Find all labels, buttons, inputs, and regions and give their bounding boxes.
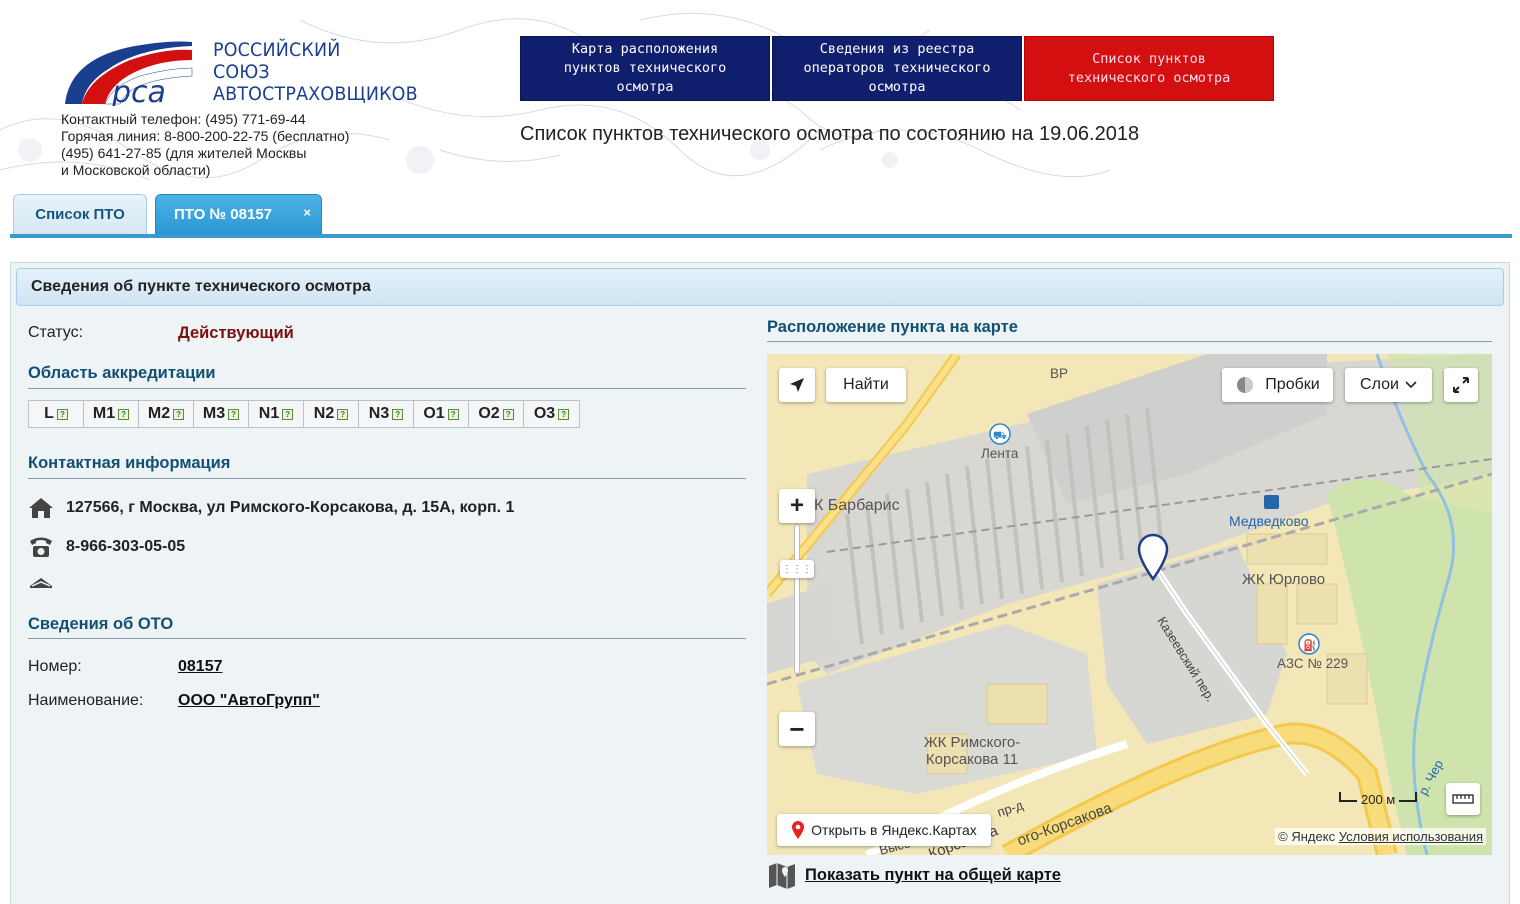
locate-button[interactable] bbox=[779, 368, 815, 402]
help-icon: ? bbox=[282, 408, 294, 420]
address-text: 127566, г Москва, ул Римского-Корсакова,… bbox=[66, 499, 515, 516]
zoom-slider-track[interactable] bbox=[794, 524, 800, 674]
category-cell[interactable]: M1? bbox=[84, 401, 139, 427]
help-icon: ? bbox=[118, 408, 130, 420]
category-cell[interactable]: O3? bbox=[524, 401, 579, 427]
zoom-out-button[interactable]: − bbox=[779, 712, 815, 746]
oto-name-link[interactable]: ООО "АвтоГрупп" bbox=[178, 692, 320, 710]
status-label: Статус: bbox=[28, 324, 84, 341]
category-cell[interactable]: N2? bbox=[304, 401, 359, 427]
help-icon: ? bbox=[558, 408, 570, 420]
phone-row: 8-966-303-05-05 bbox=[28, 535, 185, 559]
divider bbox=[767, 341, 1492, 342]
tab-label: Список ПТО bbox=[35, 206, 125, 223]
traffic-button[interactable]: Пробки bbox=[1222, 368, 1333, 402]
tab-underline bbox=[10, 234, 1512, 238]
contact-phones: Контактный телефон: (495) 771-69-44 Горя… bbox=[61, 111, 350, 178]
rsa-logo: рса bbox=[65, 41, 193, 106]
traffic-label: Пробки bbox=[1265, 376, 1320, 393]
divider bbox=[28, 388, 746, 389]
category-cell[interactable]: N1? bbox=[249, 401, 304, 427]
traffic-icon bbox=[1237, 377, 1254, 393]
accreditation-categories: L? M1? M2? M3? N1? N2? N3? O1? O2? O3? bbox=[28, 400, 580, 428]
phone-icon bbox=[30, 537, 52, 557]
layers-button[interactable]: Слои bbox=[1345, 368, 1432, 402]
tab-pto-list[interactable]: Список ПТО bbox=[13, 194, 147, 234]
find-button[interactable]: Найти bbox=[826, 368, 906, 402]
map-canvas: ⛟ ⛽ bbox=[767, 354, 1492, 855]
category-cell[interactable]: M3? bbox=[194, 401, 249, 427]
oto-name-label: Наименование: bbox=[28, 692, 144, 709]
nav-list-button[interactable]: Список пунктов технического осмотра bbox=[1024, 36, 1274, 101]
accreditation-title: Область аккредитации bbox=[28, 364, 216, 382]
svg-text:⛽: ⛽ bbox=[1303, 639, 1317, 652]
chevron-down-icon bbox=[1405, 381, 1417, 389]
map-label: ЖК Юрлово bbox=[1242, 571, 1326, 588]
yandex-map[interactable]: ⛟ ⛽ BP Лента К Барбарис Медведково ЖК Юр… bbox=[767, 354, 1492, 855]
zoom-slider-handle[interactable]: ⋮⋮⋮ bbox=[780, 560, 814, 578]
terms-link[interactable]: Условия использования bbox=[1339, 829, 1483, 844]
panel-title: Сведения об пункте технического осмотра bbox=[16, 268, 1504, 306]
tab-bar: Список ПТО ПТО № 08157 × bbox=[10, 194, 1512, 236]
nav-map-button[interactable]: Карта расположения пунктов технического … bbox=[520, 36, 770, 101]
category-cell[interactable]: O1? bbox=[414, 401, 469, 427]
close-icon[interactable]: × bbox=[303, 205, 311, 220]
help-icon: ? bbox=[56, 408, 68, 420]
help-icon: ? bbox=[502, 408, 514, 420]
map-label: К Барбарис bbox=[814, 497, 900, 514]
help-icon: ? bbox=[173, 408, 185, 420]
help-icon: ? bbox=[392, 408, 404, 420]
divider bbox=[28, 478, 746, 479]
copyright-text: © Яндекс bbox=[1278, 829, 1336, 844]
category-cell[interactable]: M2? bbox=[139, 401, 194, 427]
map-label: BP bbox=[1050, 366, 1069, 381]
phone-text: 8-966-303-05-05 bbox=[66, 538, 186, 555]
divider bbox=[28, 638, 746, 639]
fullscreen-button[interactable] bbox=[1444, 368, 1478, 402]
oto-number-link[interactable]: 08157 bbox=[178, 658, 223, 676]
layers-label: Слои bbox=[1360, 376, 1399, 393]
map-book-icon bbox=[769, 863, 795, 889]
email-icon bbox=[30, 578, 52, 588]
map-label: Лента bbox=[981, 446, 1019, 461]
status-value: Действующий bbox=[178, 324, 294, 342]
address-row: 127566, г Москва, ул Римского-Корсакова,… bbox=[28, 496, 514, 520]
map-title: Расположение пункта на карте bbox=[767, 318, 1018, 336]
open-yandex-maps-button[interactable]: Открыть в Яндекс.Картах bbox=[777, 814, 991, 846]
svg-text:рса: рса bbox=[111, 75, 166, 106]
help-icon: ? bbox=[228, 408, 240, 420]
fullscreen-icon bbox=[1453, 377, 1469, 393]
open-yandex-label: Открыть в Яндекс.Картах bbox=[811, 822, 977, 838]
oto-title: Сведения об ОТО bbox=[28, 615, 174, 633]
nav-registry-button[interactable]: Сведения из реестра операторов техническ… bbox=[772, 36, 1022, 101]
tab-pto-08157[interactable]: ПТО № 08157 × bbox=[155, 194, 322, 234]
email-row bbox=[28, 574, 54, 598]
help-icon: ? bbox=[337, 408, 349, 420]
contacts-title: Контактная информация bbox=[28, 454, 231, 472]
tab-label: ПТО № 08157 bbox=[174, 206, 273, 223]
site-header: рса РОССИЙСКИЙ СОЮЗ АВТОСТРАХОВЩИКОВ Кон… bbox=[0, 0, 1520, 185]
oto-number-label: Номер: bbox=[28, 658, 82, 675]
show-on-general-map-link[interactable]: Показать пункт на общей карте bbox=[767, 860, 1061, 890]
ruler-button[interactable] bbox=[1446, 783, 1480, 815]
locate-icon bbox=[790, 378, 804, 392]
category-cell[interactable]: L? bbox=[29, 401, 84, 427]
map-pin-icon bbox=[792, 821, 805, 839]
show-on-general-map-label: Показать пункт на общей карте bbox=[805, 865, 1061, 884]
category-cell[interactable]: O2? bbox=[469, 401, 524, 427]
page-subtitle: Список пунктов технического осмотра по с… bbox=[520, 123, 1140, 145]
map-label: Медведково bbox=[1229, 513, 1309, 529]
logo-title: РОССИЙСКИЙ СОЮЗ АВТОСТРАХОВЩИКОВ bbox=[213, 39, 418, 105]
map-label: АЗС № 229 bbox=[1277, 656, 1349, 671]
home-icon bbox=[29, 498, 53, 518]
help-icon: ? bbox=[447, 408, 459, 420]
zoom-in-button[interactable]: + bbox=[779, 489, 815, 523]
ruler-icon bbox=[1452, 794, 1474, 804]
map-scale: 200 м bbox=[1339, 791, 1418, 807]
category-cell[interactable]: N3? bbox=[359, 401, 414, 427]
svg-text:⛟: ⛟ bbox=[993, 429, 1007, 442]
map-label: ЖК Римского-Корсакова 11 bbox=[923, 734, 1021, 768]
map-attribution: © Яндекс Условия использования bbox=[1275, 828, 1486, 845]
